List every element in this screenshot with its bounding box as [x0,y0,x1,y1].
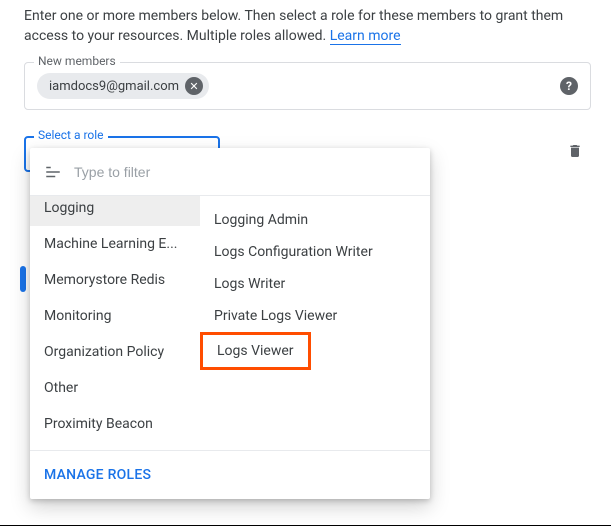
filter-input[interactable] [74,164,416,180]
members-field: New members iamdocs9@gmail.com ✕ ? [24,62,591,110]
close-icon[interactable]: ✕ [185,77,203,95]
add-button[interactable] [20,266,26,292]
role-item[interactable]: Private Logs Viewer [200,300,351,332]
category-item[interactable]: Monitoring [30,298,200,334]
filter-row [30,148,430,196]
category-item[interactable]: Machine Learning E... [30,226,200,262]
role-pane[interactable]: Logging Admin Logs Configuration Writer … [200,196,430,450]
category-pane[interactable]: Kubernetes Engine Logging Machine Learni… [30,196,200,450]
category-item[interactable]: Organization Policy [30,334,200,370]
members-label: New members [34,54,120,68]
intro-body: Enter one or more members below. Then se… [24,8,563,44]
manage-roles-row: MANAGE ROLES [30,450,430,499]
category-item[interactable]: Other [30,370,200,406]
category-item[interactable]: Proximity Beacon [30,406,200,442]
member-chip: iamdocs9@gmail.com ✕ [37,73,209,99]
role-item-logs-viewer[interactable]: Logs Viewer [200,332,311,370]
filter-icon [44,163,62,181]
trash-icon[interactable] [567,136,591,165]
intro-text: Enter one or more members below. Then se… [24,6,591,46]
role-item[interactable]: Logging Admin [200,204,322,236]
role-dropdown: Kubernetes Engine Logging Machine Learni… [30,148,430,499]
role-item[interactable]: Logs Configuration Writer [200,236,387,268]
member-chip-text: iamdocs9@gmail.com [49,79,179,94]
learn-more-link[interactable]: Learn more [330,28,401,45]
members-input[interactable]: iamdocs9@gmail.com ✕ ? [24,62,591,110]
manage-roles-link[interactable]: MANAGE ROLES [44,467,151,483]
role-select-label: Select a role [34,128,108,142]
role-item[interactable]: Logs Writer [200,268,299,300]
category-item[interactable]: Logging [30,196,200,226]
category-item[interactable]: Memorystore Redis [30,262,200,298]
help-icon[interactable]: ? [560,77,578,95]
